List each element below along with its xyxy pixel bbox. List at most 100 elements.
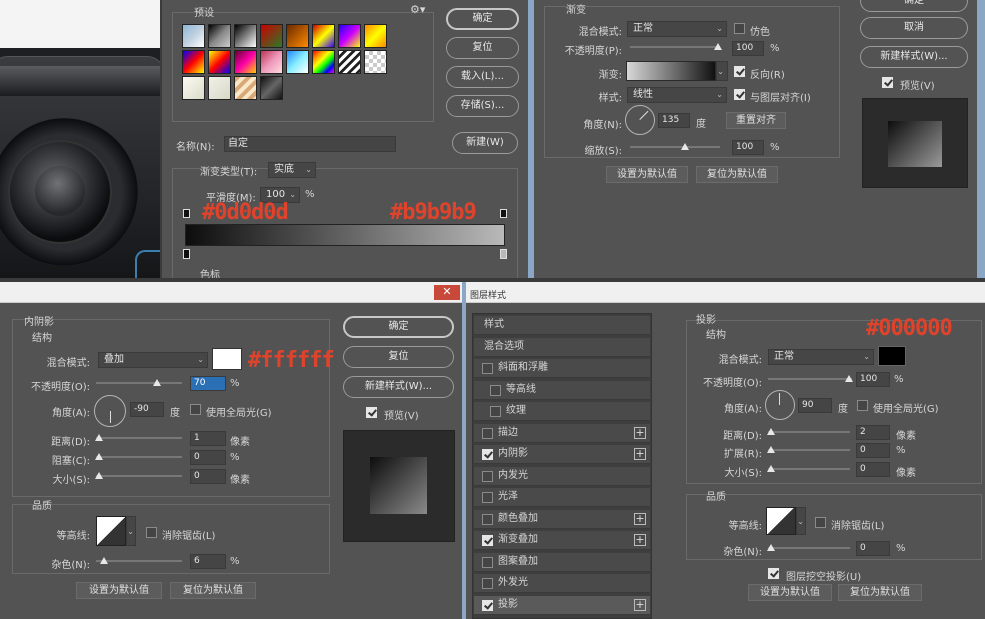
style-checkbox[interactable]: [482, 513, 493, 525]
is-choke-slider[interactable]: [96, 456, 182, 458]
style-checkbox[interactable]: [482, 599, 493, 611]
preset-swatch[interactable]: [286, 50, 309, 74]
preset-swatch[interactable]: [286, 24, 309, 48]
preset-swatch[interactable]: [260, 76, 283, 100]
is-size-slider[interactable]: [96, 475, 182, 477]
style-list-item[interactable]: 等高线: [474, 380, 650, 400]
go-angle-input[interactable]: 135: [658, 113, 690, 128]
is-contour-dropdown[interactable]: ⌄: [126, 516, 136, 546]
color-stop-left-icon[interactable]: [183, 249, 190, 259]
close-icon[interactable]: ✕: [434, 285, 460, 300]
is-opacity-slider[interactable]: [96, 382, 182, 384]
style-list-item[interactable]: 描边 +: [474, 423, 650, 443]
ds-size-thumb[interactable]: [767, 465, 775, 472]
ds-antialias-checkbox[interactable]: [815, 517, 826, 528]
ds-color-swatch[interactable]: [878, 346, 906, 366]
gradient-new-button[interactable]: 新建(W): [452, 132, 518, 154]
ds-opacity-thumb[interactable]: [845, 375, 853, 382]
ds-distance-slider[interactable]: [768, 431, 850, 433]
is-preview-checkbox[interactable]: [366, 407, 377, 418]
ds-size-input[interactable]: 0: [856, 462, 890, 477]
go-angle-dial[interactable]: [625, 105, 655, 135]
go-gradient-dropdown[interactable]: ⌄: [716, 61, 728, 81]
color-stop-right-icon[interactable]: [500, 249, 507, 259]
style-list-item[interactable]: 外发光: [474, 574, 650, 593]
ds-opacity-input[interactable]: 100: [856, 372, 890, 387]
style-list-item[interactable]: 图案叠加: [474, 552, 650, 572]
ds-spread-thumb[interactable]: [767, 446, 775, 453]
style-list-item[interactable]: 内发光: [474, 466, 650, 486]
add-style-icon[interactable]: +: [634, 512, 646, 525]
ds-angle-dial[interactable]: [765, 390, 795, 420]
is-size-thumb[interactable]: [95, 472, 103, 479]
go-preview-checkbox[interactable]: [882, 77, 893, 88]
go-opacity-input[interactable]: 100: [732, 41, 764, 56]
gear-icon[interactable]: ⚙▾: [410, 3, 425, 16]
is-blend-mode-select[interactable]: 叠加 ⌄: [98, 352, 208, 368]
is-angle-dial[interactable]: [94, 395, 126, 427]
go-reset-default-button[interactable]: 复位为默认值: [696, 166, 778, 183]
opacity-stop-left-icon[interactable]: [183, 209, 190, 218]
ds-contour-picker[interactable]: [766, 507, 796, 535]
style-list-item[interactable]: 混合选项: [474, 337, 650, 357]
go-ok-button[interactable]: 确定: [860, 0, 968, 12]
preset-swatch[interactable]: [208, 50, 231, 74]
preset-swatch[interactable]: [182, 24, 205, 48]
preset-swatch[interactable]: [208, 24, 231, 48]
preset-swatch[interactable]: [234, 50, 257, 74]
go-scale-slider[interactable]: [630, 146, 720, 148]
ds-opacity-slider[interactable]: [768, 378, 852, 380]
is-noise-input[interactable]: 6: [190, 554, 226, 569]
style-checkbox[interactable]: [482, 578, 493, 589]
style-list-item[interactable]: 渐变叠加 +: [474, 531, 650, 550]
add-style-icon[interactable]: +: [634, 598, 646, 611]
add-style-icon[interactable]: +: [634, 448, 646, 460]
style-checkbox[interactable]: [482, 535, 493, 546]
preset-swatch[interactable]: [182, 50, 205, 74]
ds-blend-mode-select[interactable]: 正常 ⌄: [768, 349, 874, 365]
preset-swatch[interactable]: [312, 24, 335, 48]
ds-contour-dropdown[interactable]: ⌄: [796, 507, 806, 535]
preset-swatch[interactable]: [182, 76, 205, 100]
preset-swatch[interactable]: [364, 24, 387, 48]
gradient-bar[interactable]: [185, 224, 505, 246]
is-choke-thumb[interactable]: [95, 453, 103, 460]
ds-noise-slider[interactable]: [768, 547, 850, 549]
go-blend-mode-select[interactable]: 正常 ⌄: [627, 21, 727, 37]
style-checkbox[interactable]: [482, 556, 493, 568]
style-checkbox[interactable]: [482, 363, 493, 374]
ds-angle-input[interactable]: 90: [798, 398, 832, 413]
ds-distance-thumb[interactable]: [767, 428, 775, 435]
ds-noise-thumb[interactable]: [767, 544, 775, 551]
is-contour-picker[interactable]: [96, 516, 126, 546]
add-style-icon[interactable]: +: [634, 426, 646, 439]
ds-make-default-button[interactable]: 设置为默认值: [748, 584, 832, 601]
style-checkbox[interactable]: [490, 384, 501, 396]
gradient-reset-button[interactable]: 复位: [446, 37, 519, 59]
go-style-select[interactable]: 线性 ⌄: [627, 87, 727, 103]
is-distance-slider[interactable]: [96, 437, 182, 439]
add-style-icon[interactable]: +: [634, 534, 646, 546]
ds-global-light-checkbox[interactable]: [857, 400, 868, 411]
ds-noise-input[interactable]: 0: [856, 541, 890, 556]
is-color-swatch[interactable]: [212, 348, 242, 370]
preset-swatch[interactable]: [208, 76, 231, 100]
go-gradient-swatch[interactable]: [626, 61, 716, 81]
is-reset-button[interactable]: 复位: [343, 346, 454, 368]
go-make-default-button[interactable]: 设置为默认值: [606, 166, 688, 183]
style-list-item[interactable]: 斜面和浮雕: [474, 359, 650, 378]
is-opacity-input[interactable]: 70: [190, 376, 226, 391]
gradient-type-select[interactable]: 实底 ⌄: [268, 162, 316, 178]
is-reset-default-button[interactable]: 复位为默认值: [170, 582, 256, 599]
is-size-input[interactable]: 0: [190, 469, 226, 484]
preset-swatch[interactable]: [312, 50, 335, 74]
is-choke-input[interactable]: 0: [190, 450, 226, 465]
ds-size-slider[interactable]: [768, 468, 850, 470]
preset-swatch[interactable]: [364, 50, 387, 74]
ds-distance-input[interactable]: 2: [856, 425, 890, 440]
ds-knockout-checkbox[interactable]: [768, 568, 779, 579]
preset-swatch[interactable]: [234, 24, 257, 48]
style-list-item[interactable]: 内阴影 +: [474, 445, 650, 464]
ds-reset-default-button[interactable]: 复位为默认值: [838, 584, 922, 601]
go-reverse-checkbox[interactable]: [734, 66, 745, 77]
